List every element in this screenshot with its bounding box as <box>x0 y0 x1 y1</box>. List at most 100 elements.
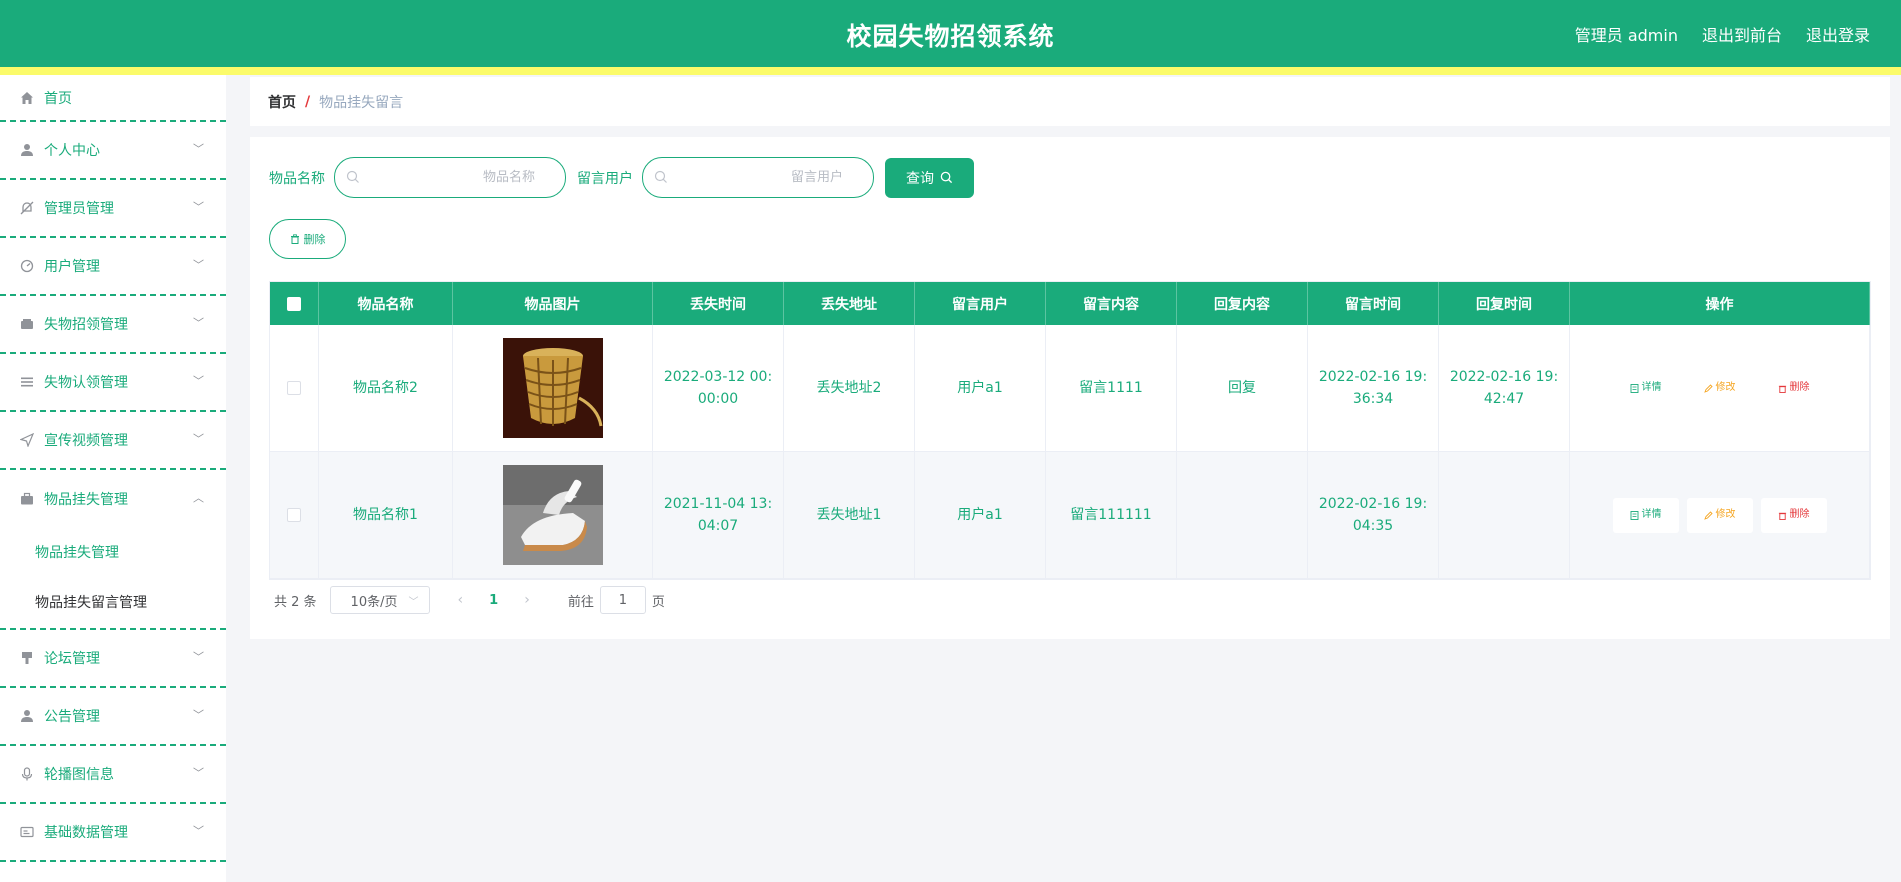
sidebar-item-video-manage[interactable]: 宣传视频管理 ﹀ <box>0 412 226 470</box>
message-table: 物品名称 物品图片 丢失时间 丢失地址 留言用户 留言内容 回复内容 留言时间 … <box>269 281 1871 580</box>
next-page-icon[interactable]: › <box>524 592 530 608</box>
query-button-label: 查询 <box>906 170 934 187</box>
sidebar-item-carousel[interactable]: 轮播图信息 ﹀ <box>0 746 226 804</box>
sidebar-item-admin-manage[interactable]: 管理员管理 ﹀ <box>0 180 226 238</box>
sidebar-item-personal-center[interactable]: 个人中心 ﹀ <box>0 122 226 180</box>
chevron-down-icon: ﹀ <box>193 708 204 722</box>
breadcrumb-current: 物品挂失留言 <box>319 94 404 111</box>
chevron-down-icon: ﹀ <box>193 766 204 780</box>
sidebar-item-label: 基础数据管理 <box>44 825 128 841</box>
search-icon <box>654 170 667 183</box>
total-count: 共 2 条 <box>274 594 317 610</box>
trash-icon <box>1778 512 1786 520</box>
delete-button[interactable]: 删除 <box>1760 497 1827 533</box>
sidebar-item-found-manage[interactable]: 失物招领管理 ﹀ <box>0 296 226 354</box>
row-actions: 详情 修改 删除 <box>1612 497 1827 533</box>
sidebar-item-forum-manage[interactable]: 论坛管理 ﹀ <box>0 630 226 688</box>
item-image-basket[interactable] <box>502 338 603 438</box>
operations-cell: 详情 修改 删除 <box>1570 325 1870 452</box>
submenu-item-lost-report-message[interactable]: 物品挂失留言管理 <box>0 578 226 628</box>
logout-link[interactable]: 退出登录 <box>1806 22 1870 46</box>
sidebar-item-label: 公告管理 <box>44 709 100 725</box>
detail-label: 详情 <box>1641 382 1662 393</box>
reply-time-cell <box>1439 452 1570 579</box>
goto-suffix: 页 <box>651 594 665 610</box>
message-time-cell: 2022-02-16 19:04:35 <box>1308 452 1439 579</box>
document-icon <box>1630 383 1638 393</box>
send-icon <box>19 432 35 448</box>
prev-page-icon[interactable]: ‹ <box>458 592 464 608</box>
breadcrumb-home[interactable]: 首页 <box>268 92 296 112</box>
column-header: 操作 <box>1570 282 1870 325</box>
chevron-down-icon: ﹀ <box>193 258 204 272</box>
sidebar-item-claim-manage[interactable]: 失物认领管理 ﹀ <box>0 354 226 412</box>
column-header: 回复时间 <box>1439 282 1570 325</box>
microphone-icon <box>19 766 35 782</box>
page-number[interactable]: 1 <box>489 593 498 608</box>
item-image-iron[interactable] <box>502 465 603 565</box>
sidebar-item-basic-data[interactable]: 基础数据管理 ﹀ <box>0 804 226 862</box>
column-header: 物品图片 <box>453 282 653 325</box>
wallet-icon <box>19 316 35 332</box>
column-header: 留言用户 <box>915 282 1046 325</box>
chevron-down-icon: ﹀ <box>408 596 419 608</box>
chevron-up-icon: ︿ <box>193 491 204 505</box>
edit-label: 修改 <box>1715 382 1736 393</box>
row-checkbox[interactable] <box>287 508 301 522</box>
pagination: 共 2 条 10条/页 ﹀ ‹ 1 › 前往 1 页 <box>274 586 665 614</box>
trash-icon <box>1778 385 1786 393</box>
reply-content-cell <box>1177 452 1308 579</box>
delete-label: 删除 <box>1789 382 1810 393</box>
chevron-down-icon: ﹀ <box>193 374 204 388</box>
column-header: 留言内容 <box>1046 282 1177 325</box>
chevron-down-icon: ﹀ <box>193 824 204 838</box>
exit-to-front-link[interactable]: 退出到前台 <box>1702 22 1782 46</box>
page-size-select[interactable]: 10条/页 ﹀ <box>329 586 430 614</box>
search-form: 物品名称 留言用户 查询 <box>269 157 974 198</box>
item-name-input[interactable] <box>335 158 565 197</box>
edit-button[interactable]: 修改 <box>1687 371 1753 406</box>
goto-page-input[interactable]: 1 <box>599 586 646 614</box>
query-button[interactable]: 查询 <box>885 157 974 198</box>
detail-button[interactable]: 详情 <box>1612 497 1679 533</box>
brush-icon <box>19 650 35 666</box>
table-header-row: 物品名称 物品图片 丢失时间 丢失地址 留言用户 留言内容 回复内容 留言时间 … <box>270 282 1870 325</box>
sidebar-item-label: 论坛管理 <box>44 651 100 667</box>
sidebar-item-home[interactable]: 首页 <box>0 75 226 122</box>
sidebar-item-label: 轮播图信息 <box>44 767 114 783</box>
sidebar-item-notice-manage[interactable]: 公告管理 ﹀ <box>0 688 226 746</box>
breadcrumb: 首页 / 物品挂失留言 <box>250 77 1890 126</box>
user-icon <box>19 708 35 724</box>
item-name-search-box <box>334 157 566 198</box>
item-name-cell: 物品名称2 <box>319 325 453 452</box>
table-row: 物品名称2 2022-03-12 00:00:00 丢失地址2 用户a1 留言1… <box>270 325 1870 452</box>
detail-button[interactable]: 详情 <box>1613 371 1679 406</box>
column-header: 丢失地址 <box>784 282 915 325</box>
edit-icon <box>1703 510 1713 520</box>
goto-page: 前往 1 页 <box>568 586 665 614</box>
batch-delete-label: 删除 <box>303 233 326 246</box>
user-icon <box>19 142 35 158</box>
sidebar-item-lost-report-manage[interactable]: 物品挂失管理 ︿ <box>0 470 226 528</box>
item-name-cell: 物品名称1 <box>319 452 453 579</box>
row-checkbox[interactable] <box>287 381 301 395</box>
delete-button[interactable]: 删除 <box>1761 371 1827 406</box>
batch-delete-button[interactable]: 删除 <box>269 219 346 259</box>
admin-user-label[interactable]: 管理员 admin <box>1575 22 1678 46</box>
edit-label: 修改 <box>1715 509 1736 520</box>
row-select-cell <box>270 452 319 579</box>
lost-address-cell: 丢失地址2 <box>784 325 915 452</box>
submenu-item-lost-report[interactable]: 物品挂失管理 <box>0 528 226 578</box>
goto-prefix: 前往 <box>567 594 594 610</box>
message-user-input[interactable] <box>643 158 873 197</box>
row-select-cell <box>270 325 319 452</box>
sidebar: 首页 个人中心 ﹀ 管理员管理 ﹀ 用户管理 ﹀ 失物招领管理 ﹀ 失物认领管理… <box>0 75 226 882</box>
sidebar-item-label: 物品挂失管理 <box>44 492 128 508</box>
search-icon <box>346 170 359 183</box>
top-header: 校园失物招领系统 管理员 admin 退出到前台 退出登录 <box>0 0 1901 67</box>
sidebar-item-user-manage[interactable]: 用户管理 ﹀ <box>0 238 226 296</box>
header-links: 管理员 admin 退出到前台 退出登录 <box>1575 22 1870 46</box>
edit-button[interactable]: 修改 <box>1686 497 1753 533</box>
select-all-checkbox[interactable] <box>287 296 301 311</box>
reply-time-cell: 2022-02-16 19:42:47 <box>1439 325 1570 452</box>
